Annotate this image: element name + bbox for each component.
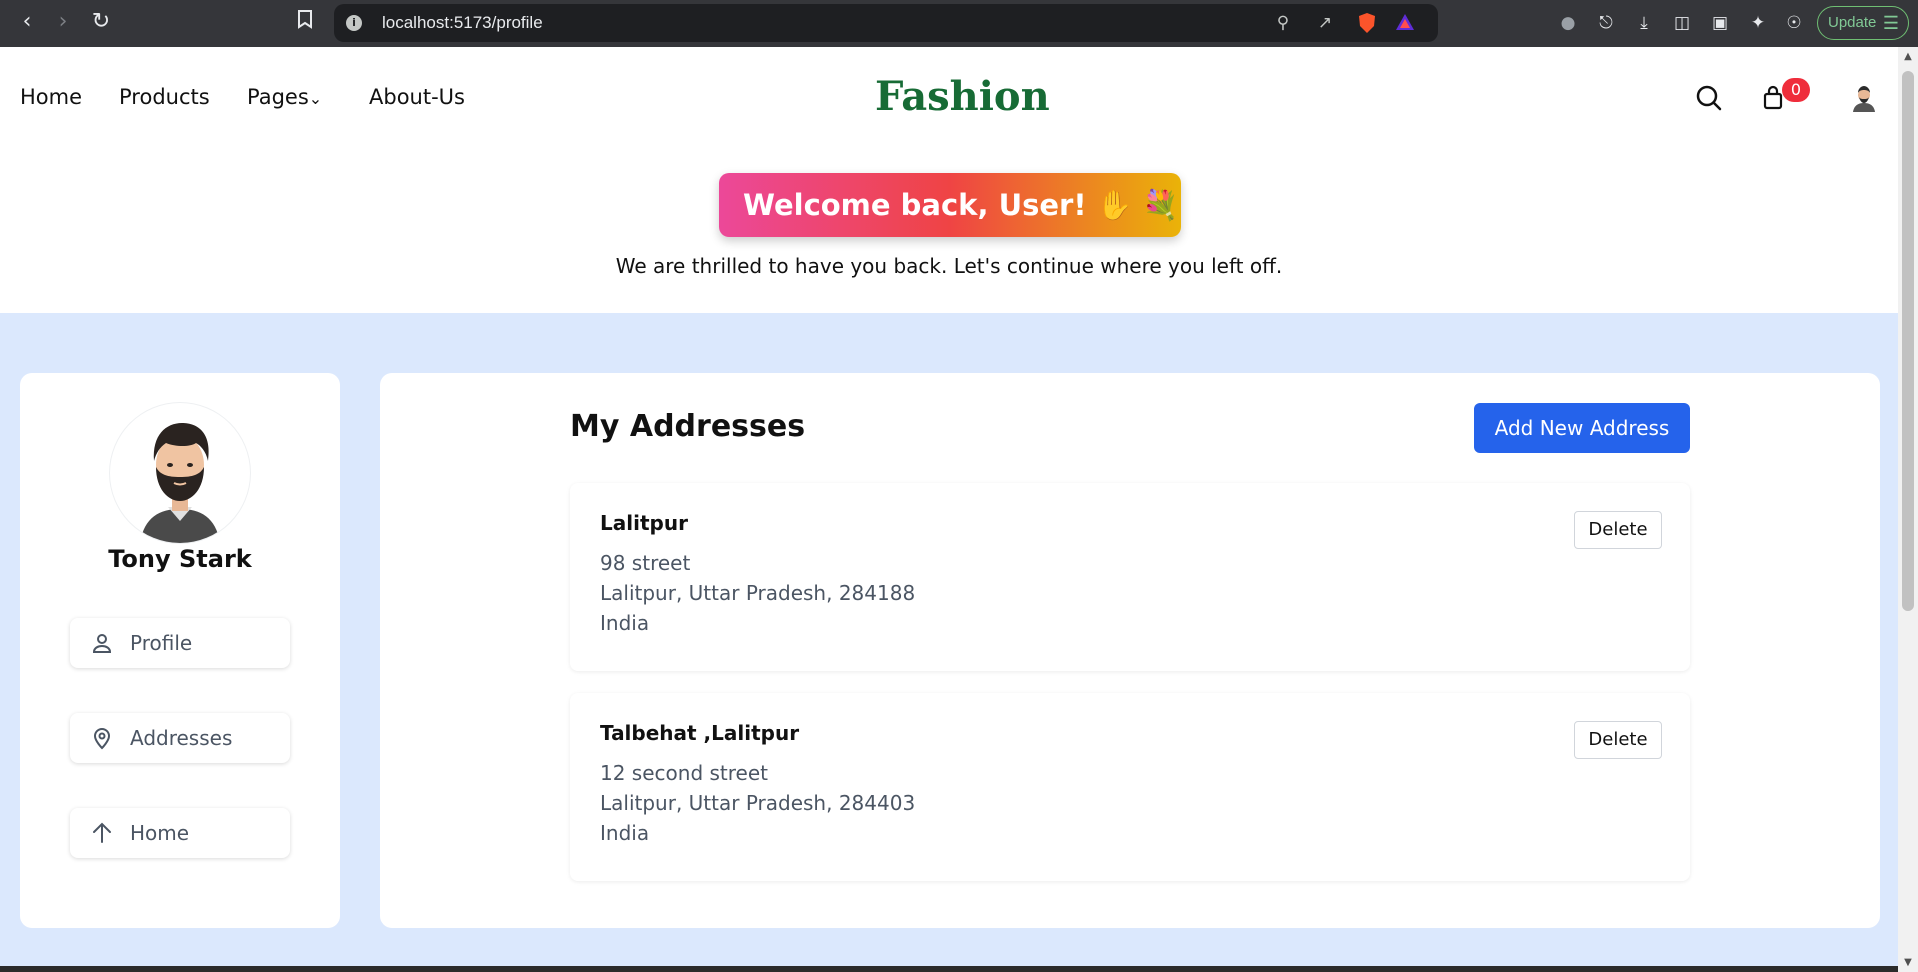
brave-shields-icon[interactable]: [1356, 12, 1378, 34]
welcome-banner: Welcome back, User! ✋ 💐: [719, 173, 1181, 237]
url-text: localhost:5173/profile: [382, 13, 543, 32]
key-icon[interactable]: ⚲: [1272, 12, 1294, 34]
address-city: Lalitpur: [600, 511, 688, 535]
address-street: 12 second street: [600, 761, 768, 785]
delete-address-button[interactable]: Delete: [1574, 511, 1662, 549]
update-button[interactable]: Update ☰: [1817, 6, 1909, 40]
address-country: India: [600, 821, 650, 845]
cart-count-badge: 0: [1782, 78, 1810, 102]
scroll-down-icon[interactable]: ▼: [1898, 957, 1918, 968]
share-icon[interactable]: ↗: [1314, 12, 1336, 34]
sidebar-item-home[interactable]: Home: [70, 808, 290, 858]
address-city: Talbehat ,Lalitpur: [600, 721, 800, 745]
extensions-icon[interactable]: ⎋: [1594, 11, 1618, 35]
menu-icon: ☰: [1882, 13, 1899, 33]
forward-icon[interactable]: ›: [50, 9, 76, 35]
sidebar-item-addresses[interactable]: Addresses: [70, 713, 290, 763]
site-header: Home Products Pages⌄ About-Us Fashion 0 …: [0, 47, 1898, 313]
address-bar[interactable]: i localhost:5173/profile ⚲ ↗: [334, 4, 1438, 42]
sidebar-item-label: Addresses: [130, 726, 233, 750]
back-icon[interactable]: ‹: [14, 9, 40, 35]
user-name: Tony Stark: [108, 545, 252, 573]
download-icon[interactable]: ⤓: [1632, 11, 1656, 35]
user-icon: [90, 631, 114, 655]
profile-avatar: [110, 403, 250, 543]
address-region: Lalitpur, Uttar Pradesh, 284403: [600, 791, 916, 815]
add-address-button[interactable]: Add New Address: [1474, 403, 1690, 453]
user-avatar-icon[interactable]: [1850, 84, 1878, 112]
nav-pages-dropdown[interactable]: Pages⌄: [247, 85, 322, 109]
leo-ai-icon[interactable]: ✦: [1746, 11, 1770, 35]
address-card: Talbehat ,Lalitpur 12 second street Lali…: [570, 693, 1690, 881]
scrollbar-thumb[interactable]: [1902, 71, 1914, 611]
reload-icon[interactable]: ↻: [88, 9, 114, 35]
addresses-panel: My Addresses Add New Address Lalitpur 98…: [380, 373, 1880, 928]
delete-address-button[interactable]: Delete: [1574, 721, 1662, 759]
brave-rewards-icon[interactable]: [1394, 12, 1416, 34]
sidebar-item-label: Home: [130, 821, 190, 845]
site-info-icon[interactable]: i: [346, 15, 362, 31]
profile-sidebar: Tony Stark Profile Addresses Home: [20, 373, 340, 928]
page: Home Products Pages⌄ About-Us Fashion 0 …: [0, 47, 1898, 972]
address-street: 98 street: [600, 551, 691, 575]
vpn-icon[interactable]: ☉: [1782, 11, 1806, 35]
arrow-up-icon: [90, 821, 114, 845]
wallet-icon[interactable]: ▣: [1708, 11, 1732, 35]
sidebar-toggle-icon[interactable]: ◫: [1670, 11, 1694, 35]
address-card: Lalitpur 98 street Lalitpur, Uttar Prade…: [570, 483, 1690, 671]
page-scrollbar[interactable]: ▲ ▼: [1898, 47, 1918, 972]
address-region: Lalitpur, Uttar Pradesh, 284188: [600, 581, 916, 605]
welcome-subtitle: We are thrilled to have you back. Let's …: [615, 254, 1283, 278]
chevron-down-icon: ⌄: [308, 89, 323, 108]
search-icon[interactable]: [1695, 84, 1725, 114]
map-pin-icon: [90, 726, 114, 750]
address-country: India: [600, 611, 650, 635]
scroll-up-icon[interactable]: ▲: [1898, 51, 1918, 62]
footer-edge: [0, 966, 1898, 972]
brand-logo[interactable]: Fashion: [875, 73, 1050, 120]
page-title: My Addresses: [570, 409, 806, 444]
mic-icon[interactable]: ●: [1556, 11, 1580, 35]
browser-toolbar: ‹ › ↻ i localhost:5173/profile ⚲ ↗ ● ⎋ ⤓…: [0, 0, 1918, 47]
bookmark-icon[interactable]: [292, 9, 318, 35]
sidebar-item-profile[interactable]: Profile: [70, 618, 290, 668]
nav-products-link[interactable]: Products: [119, 85, 210, 109]
nav-home-link[interactable]: Home: [20, 85, 82, 109]
nav-about-link[interactable]: About-Us: [369, 85, 465, 109]
sidebar-item-label: Profile: [130, 631, 193, 655]
